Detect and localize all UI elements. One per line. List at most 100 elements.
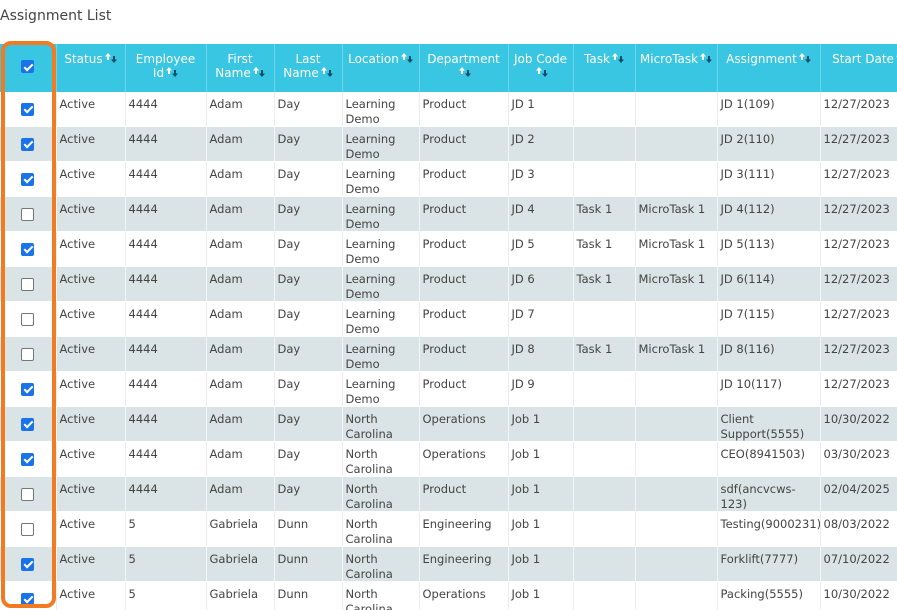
cell-status: Active [56,441,126,477]
cell-employee-id: 4444 [125,196,207,232]
sort-icon[interactable] [611,52,624,64]
column-header-task[interactable]: Task [573,44,636,92]
cell-start-date: 12/27/2023 [820,266,897,302]
sort-icon[interactable] [700,52,713,64]
column-header-status[interactable]: Status [56,44,126,92]
row-select-checkbox[interactable] [21,277,35,291]
row-select-checkbox[interactable] [21,137,35,151]
column-header-label: Job Code [513,52,568,66]
table-row[interactable]: Active 5 Gabriela Dunn North Carolina Operati… [0,581,897,610]
column-header-department[interactable]: Department [419,44,509,92]
row-select-checkbox[interactable] [21,312,35,326]
cell-task [573,546,636,582]
cell-assignment: JD 3(111) [717,161,821,197]
cell-employee-id: 4444 [125,371,207,407]
cell-status: Active [56,266,126,302]
row-select-checkbox[interactable] [21,592,35,606]
cell-task [573,476,636,512]
sort-icon[interactable] [535,66,548,78]
cell-location: North Carolina [342,546,420,582]
table-row[interactable]: Active 4444 Adam Day Learning Demo Product JD … [0,231,897,267]
sort-icon[interactable] [458,66,471,78]
row-select-checkbox[interactable] [21,417,35,431]
cell-employee-id: 4444 [125,126,207,162]
row-select-cell [0,196,57,232]
cell-task: Task 1 [573,196,636,232]
table-row[interactable]: Active 4444 Adam Day North Carolina Operation… [0,441,897,477]
cell-employee-id: 5 [125,581,207,610]
row-select-cell [0,546,57,582]
cell-first-name: Adam [206,336,275,372]
row-select-checkbox[interactable] [21,207,35,221]
sort-icon[interactable] [104,52,117,64]
cell-assignment: Forklift(7777) [717,546,821,582]
cell-start-date: 08/03/2022 [820,511,897,547]
column-header-label: Last Name [283,52,321,80]
column-header-employee-id[interactable]: Employee Id [125,44,207,92]
select-all-header [0,44,57,92]
cell-department: Product [419,371,509,407]
column-header-location[interactable]: Location [342,44,420,92]
sort-icon[interactable] [166,66,179,78]
table-row[interactable]: Active 4444 Adam Day Learning Demo Product JD … [0,266,897,302]
table-row[interactable]: Active 4444 Adam Day Learning Demo Product JD … [0,196,897,232]
select-all-checkbox[interactable] [21,60,35,73]
cell-start-date: 12/27/2023 [820,371,897,407]
row-select-checkbox[interactable] [21,347,35,361]
cell-status: Active [56,406,126,442]
assignment-table: Status Employee Id First Name Last Name Loca… [0,44,897,610]
sort-icon[interactable] [798,52,811,64]
cell-microtask: MicroTask 1 [635,336,718,372]
row-select-checkbox[interactable] [21,382,35,396]
cell-start-date: 12/27/2023 [820,336,897,372]
table-row[interactable]: Active 4444 Adam Day Learning Demo Product JD … [0,161,897,197]
table-row[interactable]: Active 4444 Adam Day Learning Demo Product JD … [0,126,897,162]
cell-job-code: JD 6 [508,266,574,302]
column-header-job-code[interactable]: Job Code [508,44,574,92]
row-select-checkbox[interactable] [21,452,35,466]
cell-last-name: Day [274,266,343,302]
cell-employee-id: 4444 [125,476,207,512]
cell-last-name: Dunn [274,546,343,582]
row-select-checkbox[interactable] [21,487,35,501]
row-select-cell [0,126,57,162]
cell-status: Active [56,581,126,610]
table-row[interactable]: Active 4444 Adam Day North Carolina Product Jo… [0,476,897,512]
row-select-checkbox[interactable] [21,557,35,571]
sort-icon[interactable] [400,52,413,64]
table-row[interactable]: Active 5 Gabriela Dunn North Carolina Enginee… [0,546,897,582]
row-select-checkbox[interactable] [21,102,35,116]
sort-icon[interactable] [320,66,333,78]
table-row[interactable]: Active 4444 Adam Day North Carolina Operation… [0,406,897,442]
table-row[interactable]: Active 4444 Adam Day Learning Demo Product JD … [0,92,897,127]
row-select-checkbox[interactable] [21,172,35,186]
sort-icon[interactable] [252,66,265,78]
table-row[interactable]: Active 4444 Adam Day Learning Demo Product JD … [0,371,897,407]
cell-microtask [635,371,718,407]
cell-employee-id: 4444 [125,336,207,372]
cell-location: Learning Demo [342,196,420,232]
table-row[interactable]: Active 5 Gabriela Dunn North Carolina Enginee… [0,511,897,547]
column-header-assignment[interactable]: Assignment [717,44,821,92]
select-all-wrapper [21,60,35,73]
page-title: Assignment List [0,8,112,24]
row-select-checkbox[interactable] [21,242,35,256]
column-header-microtask[interactable]: MicroTask [635,44,718,92]
table-row[interactable]: Active 4444 Adam Day Learning Demo Product JD … [0,301,897,337]
row-select-cell [0,301,57,337]
row-select-cell [0,371,57,407]
row-select-checkbox[interactable] [21,522,35,536]
column-header-start-date[interactable]: Start Date [820,44,897,92]
cell-assignment: JD 2(110) [717,126,821,162]
cell-job-code: Job 1 [508,476,574,512]
cell-department: Operations [419,406,509,442]
table-row[interactable]: Active 4444 Adam Day Learning Demo Product JD … [0,336,897,372]
cell-task [573,581,636,610]
cell-first-name: Gabriela [206,546,275,582]
column-header-last-name[interactable]: Last Name [274,44,343,92]
cell-job-code: JD 8 [508,336,574,372]
cell-first-name: Gabriela [206,511,275,547]
cell-start-date: 12/27/2023 [820,92,897,127]
column-header-first-name[interactable]: First Name [206,44,275,92]
row-select-cell [0,231,57,267]
